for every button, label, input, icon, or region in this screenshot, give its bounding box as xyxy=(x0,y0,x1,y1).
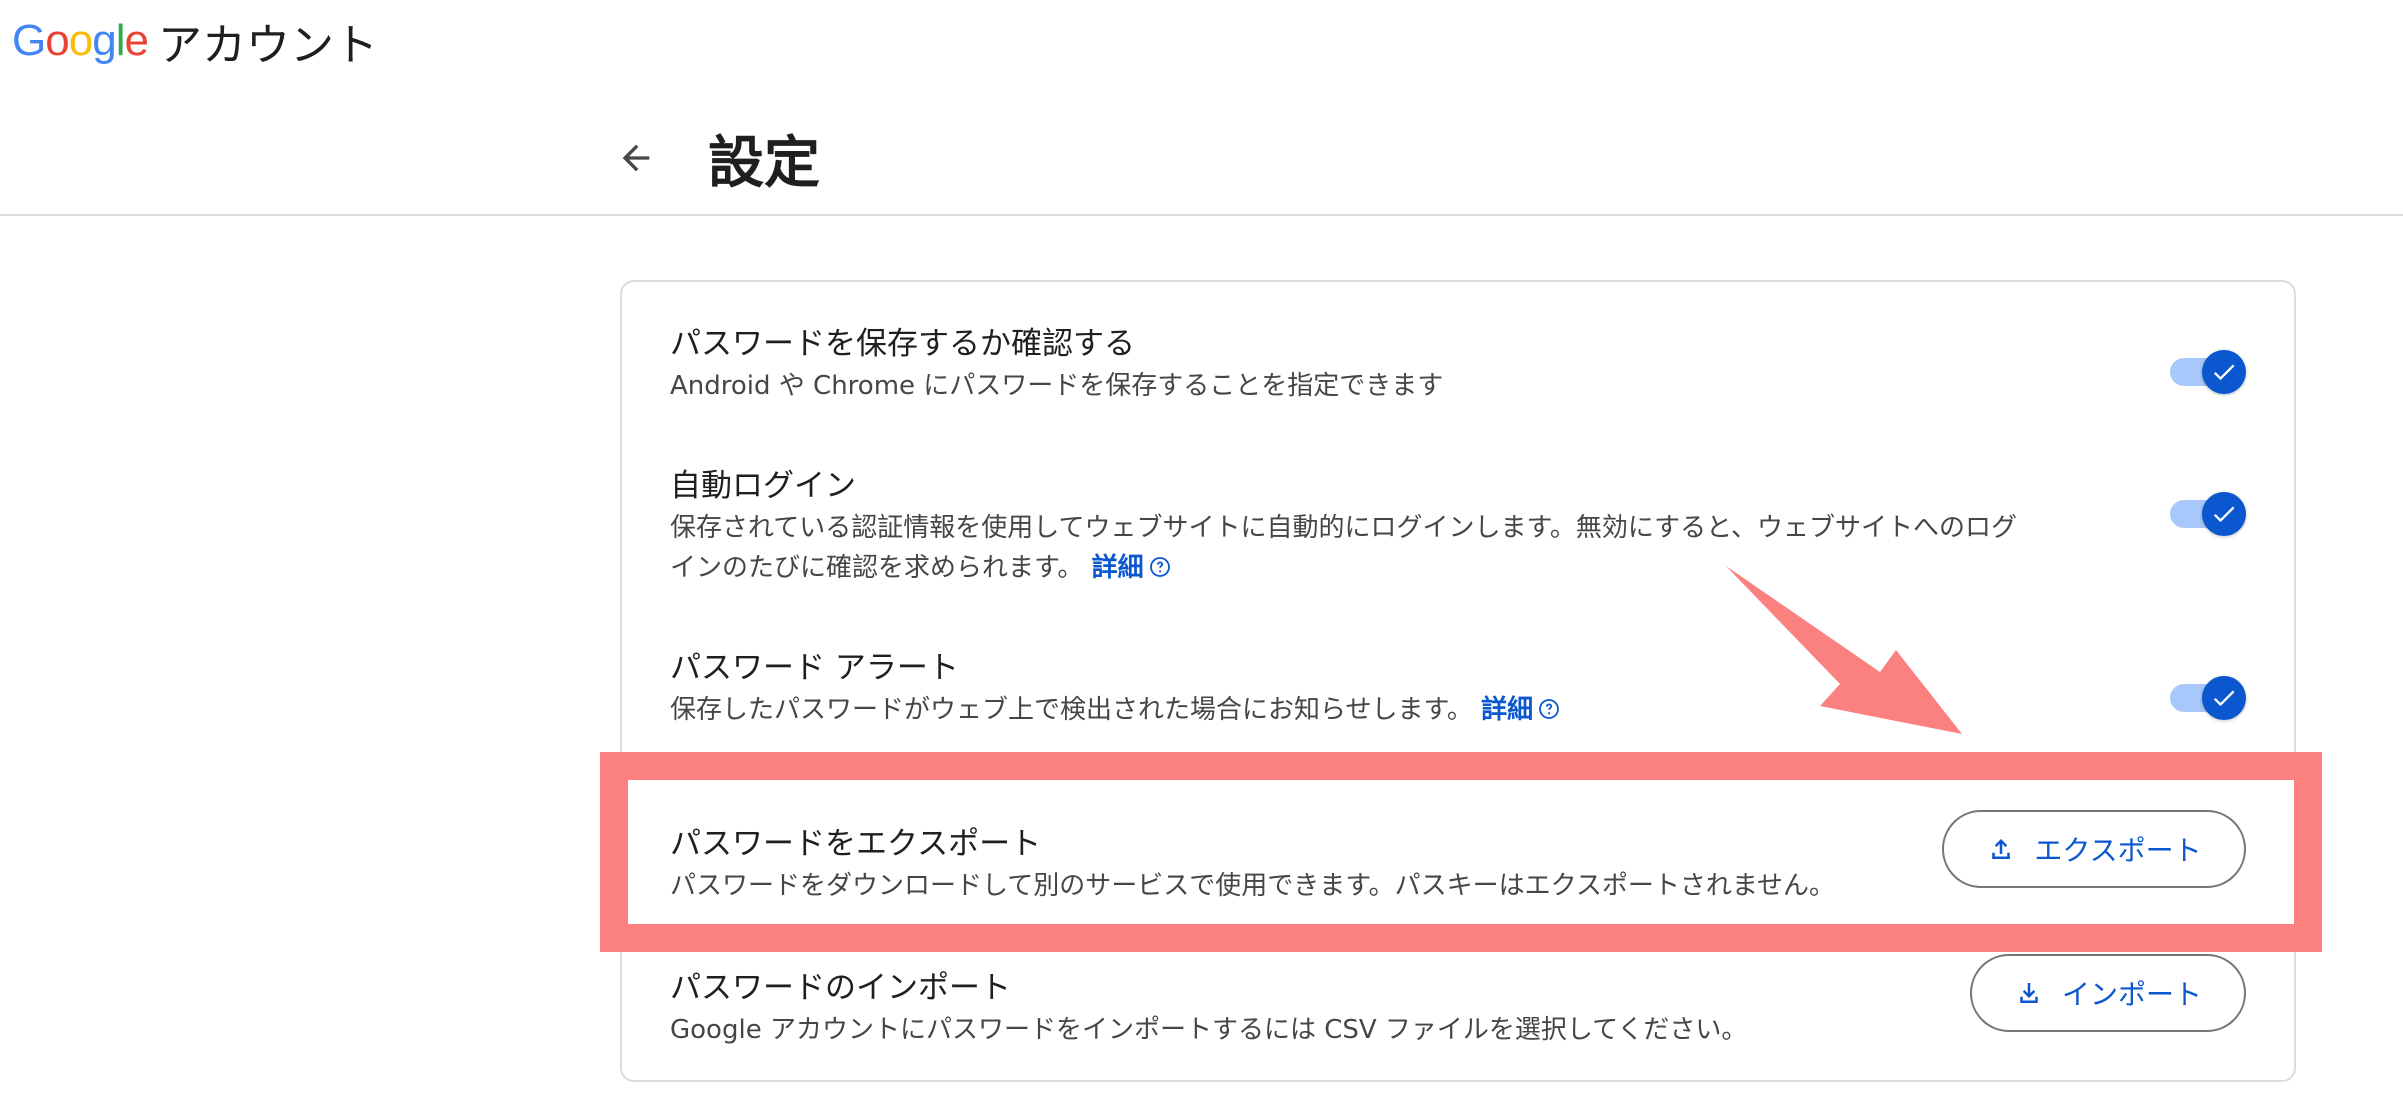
check-icon xyxy=(2213,506,2235,523)
button-label: インポート xyxy=(2061,978,2202,1011)
setting-row-offer-save: パスワードを保存するか確認する Android や Chrome にパスワードを… xyxy=(670,322,2246,414)
button-label: エクスポート xyxy=(2034,834,2202,867)
settings-page: Google アカウント 設定 パスワードを保存するか確認する Android … xyxy=(0,0,2403,1100)
setting-description: 保存したパスワードがウェブ上で検出された場合にお知らせします。 詳細 xyxy=(670,690,2246,730)
toggle-knob xyxy=(2202,350,2246,394)
settings-card: パスワードを保存するか確認する Android や Chrome にパスワードを… xyxy=(620,280,2296,1082)
page-title: 設定 xyxy=(708,130,820,196)
toggle-knob xyxy=(2202,492,2246,536)
toggle-knob xyxy=(2202,676,2246,720)
arrow-left-icon xyxy=(622,144,650,172)
password-alert-toggle[interactable] xyxy=(2170,676,2246,720)
export-button[interactable]: エクスポート xyxy=(1942,810,2246,888)
download-icon xyxy=(2020,983,2038,1003)
link-label: 詳細 xyxy=(1481,695,1534,725)
learn-more-link[interactable]: 詳細 xyxy=(1092,553,1172,583)
setting-description: 保存されている認証情報を使用してウェブサイトに自動的にログインします。無効にする… xyxy=(670,508,2246,588)
help-icon xyxy=(1149,557,1170,577)
setting-title: パスワードを保存するか確認する xyxy=(670,326,1135,362)
setting-title: パスワード アラート xyxy=(670,650,959,686)
setting-title: 自動ログイン xyxy=(670,468,856,504)
description-text: 保存したパスワードがウェブ上で検出された場合にお知らせします。 xyxy=(670,695,1473,725)
logo-letter: l xyxy=(115,16,126,65)
setting-row-import: パスワードのインポート Google アカウントにパスワードをインポートするには… xyxy=(670,954,2246,1058)
logo-letter: o xyxy=(68,16,94,65)
logo-letter: G xyxy=(12,16,46,65)
google-logo[interactable]: Google xyxy=(12,16,149,66)
product-name: アカウント xyxy=(157,20,378,71)
upload-icon xyxy=(1992,839,2011,859)
header-divider xyxy=(0,214,2403,216)
help-icon xyxy=(1539,699,1560,719)
description-line: 保存されている認証情報を使用してウェブサイトに自動的にログインします。無効にする… xyxy=(670,513,2018,543)
description-text: インのたびに確認を求められます。 xyxy=(670,553,1084,583)
setting-row-export: パスワードをエクスポート パスワードをダウンロードして別のサービスで使用できます… xyxy=(670,810,2246,914)
logo-letter: g xyxy=(92,16,117,65)
logo-letter: o xyxy=(45,16,70,65)
offer-save-toggle[interactable] xyxy=(2170,350,2246,394)
setting-row-auto-signin: 自動ログイン 保存されている認証情報を使用してウェブサイトに自動的にログインしま… xyxy=(670,464,2246,596)
logo-letter: e xyxy=(124,16,149,65)
learn-more-link[interactable]: 詳細 xyxy=(1481,695,1561,725)
import-button[interactable]: インポート xyxy=(1970,954,2246,1032)
auto-signin-toggle[interactable] xyxy=(2170,492,2246,536)
setting-description: Android や Chrome にパスワードを保存することを指定できます xyxy=(670,371,1444,401)
link-label: 詳細 xyxy=(1091,553,1144,583)
description-line: インのたびに確認を求められます。 詳細 xyxy=(670,548,2246,588)
back-button[interactable] xyxy=(612,134,660,182)
check-icon xyxy=(2213,690,2235,707)
setting-row-password-alert: パスワード アラート 保存したパスワードがウェブ上で検出された場合にお知らせしま… xyxy=(670,646,2246,738)
title-row: 設定 xyxy=(612,118,820,198)
check-icon xyxy=(2213,364,2235,381)
account-header: Google アカウント xyxy=(12,6,378,76)
